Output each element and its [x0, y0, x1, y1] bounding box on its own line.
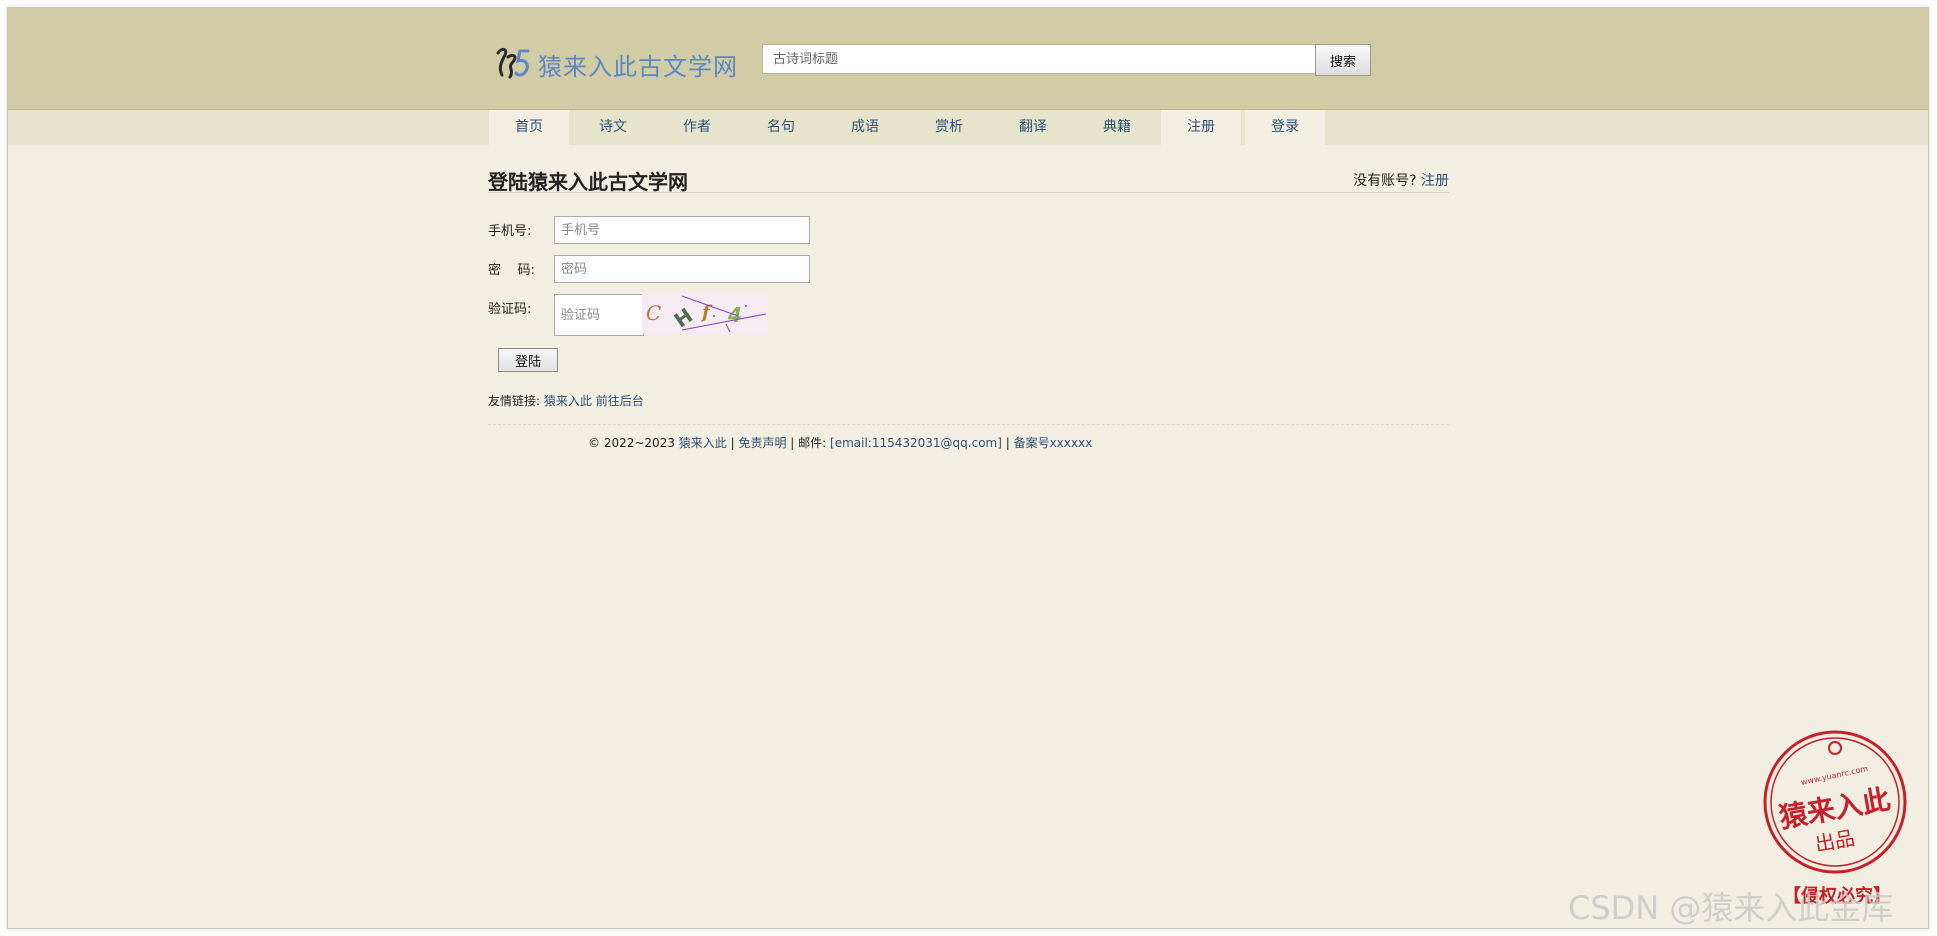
page-footer: © 2022~2023 猿来入此 | 免责声明 | 邮件: [email:115… — [588, 434, 1092, 451]
phone-field[interactable] — [554, 216, 810, 244]
captcha-field[interactable] — [554, 294, 644, 336]
nav-bar: 首页 诗文 作者 名句 成语 赏析 翻译 典籍 注册 登录 — [8, 110, 1928, 145]
svg-text:猿来入此: 猿来入此 — [1776, 783, 1893, 835]
copyright-text: © 2022~2023 — [588, 436, 675, 450]
password-label: 密 码: — [488, 263, 535, 278]
register-link[interactable]: 注册 — [1421, 173, 1449, 189]
csdn-watermark: CSDN @猿来入此金库 — [1568, 889, 1894, 927]
disclaimer-link[interactable]: 免责声明 — [738, 436, 786, 450]
login-panel: 登陆猿来入此古文学网 没有账号? 注册 手机号: 密 码: 验证码: C H f… — [488, 160, 1449, 450]
nav-item-login[interactable]: 登录 — [1245, 110, 1325, 145]
register-hint: 没有账号? 注册 — [1353, 170, 1449, 190]
svg-text:www.yuanrc.com: www.yuanrc.com — [1800, 764, 1869, 787]
nav-item-quotes[interactable]: 名句 — [741, 110, 821, 145]
login-button[interactable]: 登陆 — [498, 348, 558, 372]
footer-separator: | — [1001, 436, 1014, 450]
friend-link-yuanlai[interactable]: 猿来入此 — [544, 394, 592, 408]
site-logo[interactable]: 猿来入此古文学网 — [492, 42, 738, 86]
email-link[interactable]: [email:115432031@qq.com] — [830, 436, 1002, 450]
mail-label: | 邮件: — [786, 436, 831, 450]
footer-separator: | — [726, 436, 739, 450]
search-input[interactable] — [762, 44, 1317, 74]
friend-links-label: 友情链接: — [488, 394, 541, 408]
nav-item-idioms[interactable]: 成语 — [825, 110, 905, 145]
nav-item-home[interactable]: 首页 — [489, 110, 569, 145]
captcha-label: 验证码: — [488, 302, 532, 317]
footer-site-link[interactable]: 猿来入此 — [679, 436, 727, 450]
svg-text:出品: 出品 — [1813, 826, 1857, 857]
search-button[interactable]: 搜索 — [1315, 44, 1371, 76]
login-title-row: 登陆猿来入此古文学网 没有账号? 注册 — [488, 160, 1449, 194]
nav-item-translation[interactable]: 翻译 — [993, 110, 1073, 145]
svg-text:C: C — [646, 301, 661, 325]
icp-link[interactable]: 备案号xxxxxx — [1014, 436, 1093, 450]
main-nav: 首页 诗文 作者 名句 成语 赏析 翻译 典籍 注册 登录 — [489, 110, 1329, 145]
site-header: 猿来入此古文学网 搜索 — [8, 8, 1928, 110]
nav-item-classics[interactable]: 典籍 — [1077, 110, 1157, 145]
captcha-image[interactable]: C H f 4 — [642, 294, 768, 334]
nav-item-register[interactable]: 注册 — [1161, 110, 1241, 145]
phone-label: 手机号: — [488, 224, 532, 239]
friend-links: 友情链接: 猿来入此 前往后台 — [488, 392, 644, 409]
password-field[interactable] — [554, 255, 810, 283]
nav-item-appreciation[interactable]: 赏析 — [909, 110, 989, 145]
logo-icon — [496, 47, 530, 79]
friend-link-admin[interactable]: 前往后台 — [596, 394, 644, 408]
browser-page: 猿来入此古文学网 搜索 首页 诗文 作者 名句 成语 赏析 翻译 典籍 注册 登… — [7, 7, 1929, 929]
search-bar: 搜索 — [762, 44, 1371, 76]
nav-item-authors[interactable]: 作者 — [657, 110, 737, 145]
no-account-text: 没有账号? — [1353, 173, 1417, 189]
nav-item-poems[interactable]: 诗文 — [573, 110, 653, 145]
site-name: 猿来入此古文学网 — [538, 52, 738, 81]
page-title: 登陆猿来入此古文学网 — [488, 170, 688, 194]
footer-divider — [488, 424, 1449, 425]
